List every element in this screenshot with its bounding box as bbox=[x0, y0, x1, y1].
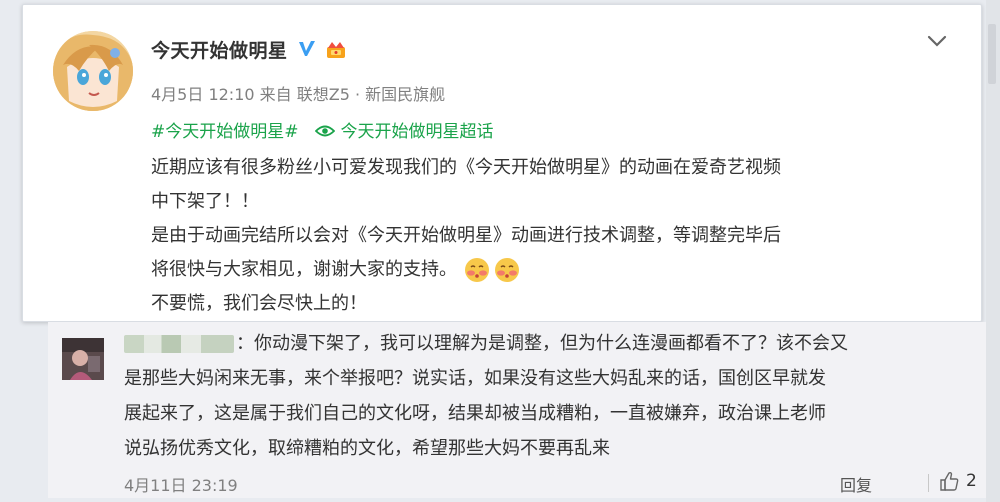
divider bbox=[928, 474, 929, 492]
post-body-line-with-emoji: 将很快与大家相见，谢谢大家的支持。 bbox=[151, 253, 951, 287]
post-body: 近期应该有很多粉丝小可爱发现我们的《今天开始做明星》的动画在爱奇艺视频 中下架了… bbox=[151, 151, 951, 321]
comment-line: 说弘扬优秀文化，取缔糟粕的文化，希望那些大妈不要再乱来 bbox=[124, 438, 610, 459]
thumbs-up-icon bbox=[938, 470, 960, 492]
verified-v-icon bbox=[296, 38, 318, 60]
comment-line: ：你动漫下架了，我可以理解为是调整，但为什么连漫画都看不了？该不会又 bbox=[124, 326, 954, 361]
post-source-device[interactable]: 联想Z5 · 新国民旗舰 bbox=[297, 81, 445, 105]
commenter-avatar[interactable] bbox=[62, 338, 104, 380]
hashtag-link[interactable]: #今天开始做明星# bbox=[151, 117, 299, 142]
author-name-row: 今天开始做明星 bbox=[151, 35, 348, 63]
comment-item: ：你动漫下架了，我可以理解为是调整，但为什么连漫画都看不了？该不会又 是那些大妈… bbox=[48, 322, 986, 498]
post-body-line: 是由于动画完结所以会对《今天开始做明星》动画进行技术调整，等调整完毕后 bbox=[151, 225, 781, 246]
comment-text: ：你动漫下架了，我可以理解为是调整，但为什么连漫画都看不了？该不会又 是那些大妈… bbox=[124, 326, 954, 466]
post-body-line: 不要慌，我们会尽快上的！ bbox=[151, 293, 367, 314]
topic-row: #今天开始做明星# 今天开始做明星超话 bbox=[151, 117, 494, 142]
scrollbar-thumb[interactable] bbox=[988, 24, 996, 84]
author-name[interactable]: 今天开始做明星 bbox=[151, 36, 288, 63]
post-source-prefix: 来自 bbox=[259, 85, 292, 104]
like-count: 2 bbox=[966, 471, 977, 491]
post-date[interactable]: 4月5日 12:10 bbox=[151, 81, 255, 105]
comment-line-text: ：你动漫下架了，我可以理解为是调整，但为什么连漫画都看不了？该不会又 bbox=[236, 333, 848, 354]
reply-button[interactable]: 回复 bbox=[840, 472, 872, 496]
supertopic-label: 今天开始做明星超话 bbox=[340, 122, 494, 142]
author-avatar[interactable] bbox=[53, 31, 133, 111]
weibo-post-view: 今天开始做明星 4月5日 12:10 来自 联想Z5 · 新国民旗舰 #今天开始… bbox=[0, 0, 1000, 502]
post-body-line: 近期应该有很多粉丝小可爱发现我们的《今天开始做明星》的动画在爱奇艺视频 bbox=[151, 157, 781, 178]
supertopic-eye-icon bbox=[314, 123, 335, 137]
comment-line: 是那些大妈闲来无事，来个举报吧？说实话，如果没有这些大妈乱来的话，国创区早就发 bbox=[124, 368, 826, 389]
post-body-line: 将很快与大家相见，谢谢大家的支持。 bbox=[151, 259, 457, 280]
comment-line: 展起来了，这是属于我们自己的文化呀，结果却被当成糟粕，一直被嫌弃，政治课上老师 bbox=[124, 403, 826, 424]
commenter-name-blurred[interactable] bbox=[124, 335, 234, 353]
vip-crown-icon[interactable] bbox=[324, 38, 348, 60]
scrollbar-track[interactable] bbox=[986, 0, 1000, 502]
emoji-pair bbox=[463, 256, 521, 284]
comment-time: 4月11日 23:19 bbox=[124, 476, 238, 495]
post-body-line: 中下架了！！ bbox=[151, 191, 259, 212]
like-button[interactable]: 2 bbox=[938, 470, 977, 492]
post-card: 今天开始做明星 4月5日 12:10 来自 联想Z5 · 新国民旗舰 #今天开始… bbox=[22, 4, 982, 322]
chevron-down-icon[interactable] bbox=[925, 31, 949, 51]
blush-emoji-icon bbox=[463, 256, 491, 284]
supertopic-link[interactable]: 今天开始做明星超话 bbox=[314, 117, 494, 142]
post-meta: 4月5日 12:10 来自 联想Z5 · 新国民旗舰 bbox=[151, 81, 445, 105]
blush-emoji-icon bbox=[493, 256, 521, 284]
